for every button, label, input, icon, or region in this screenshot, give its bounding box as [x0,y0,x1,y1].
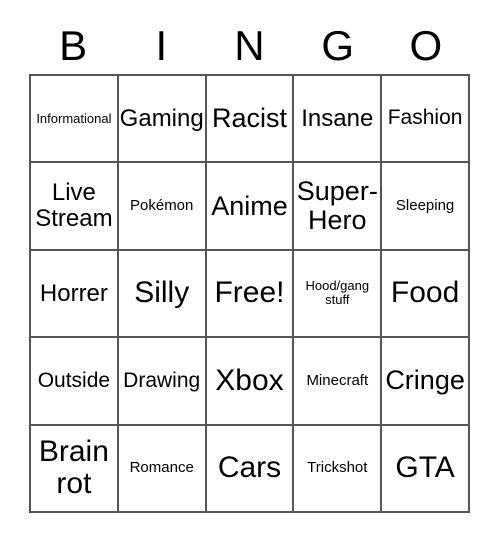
bingo-cell[interactable]: Super- Hero [294,163,383,251]
bingo-cell[interactable]: Live Stream [31,163,119,251]
bingo-cell-label: Live Stream [35,179,113,233]
bingo-cell-label: Fashion [387,106,463,130]
bingo-cell[interactable]: Pokémon [118,163,207,251]
bingo-header-letter-b: B [59,22,88,69]
bingo-cell-label: Brain rot [38,434,109,501]
bingo-cell[interactable]: Drawing [118,338,207,426]
bingo-cell-label: Anime [211,190,288,221]
bingo-header-letter-g: G [321,22,354,69]
bingo-cell-label: Drawing [123,368,201,392]
bingo-cell[interactable]: Food [382,250,470,339]
bingo-cell-label: Cringe [385,365,465,396]
bingo-cell-label: Hood/gang stuff [305,278,370,308]
bingo-cell[interactable]: Hood/gang stuff [294,250,383,339]
bingo-cell-label: Horrer [39,279,108,307]
bingo-cell-label: Silly [134,276,190,310]
bingo-header: B I N G O [29,18,470,74]
bingo-cell[interactable]: Free! [206,250,295,339]
bingo-cell[interactable]: Informational [31,76,119,164]
bingo-cell[interactable]: Silly [118,250,207,339]
bingo-cell[interactable]: GTA [382,425,470,513]
bingo-header-letter-o: O [409,22,443,69]
bingo-cell-label: Free! [214,276,285,310]
bingo-cell[interactable]: Cringe [382,338,470,426]
bingo-cell-label: Racist [211,103,287,134]
bingo-cell[interactable]: Xbox [206,338,295,426]
bingo-cell-label: GTA [395,451,455,485]
bingo-cell[interactable]: Racist [206,76,295,164]
bingo-cell[interactable]: Sleeping [382,163,470,251]
bingo-cell-label: Super- Hero [296,175,378,236]
bingo-cell[interactable]: Anime [206,163,295,251]
bingo-cell[interactable]: Horrer [31,250,119,339]
bingo-header-letter-i: I [155,22,168,69]
bingo-cell[interactable]: Insane [294,76,383,164]
bingo-cell-label: Gaming [119,104,204,132]
bingo-cell[interactable]: Cars [206,425,295,513]
bingo-cell-label: Insane [301,104,374,132]
bingo-cell-label: Trickshot [307,459,368,477]
bingo-cell-label: Sleeping [395,197,455,214]
bingo-cell[interactable]: Romance [118,425,207,513]
bingo-header-letter-n: N [234,22,265,69]
bingo-cell-label: Outside [37,368,111,392]
bingo-cell[interactable]: Brain rot [31,425,119,513]
bingo-cell[interactable]: Fashion [382,76,470,164]
bingo-cell-label: Cars [217,451,282,485]
bingo-cell[interactable]: Gaming [118,76,207,164]
bingo-cell[interactable]: Outside [31,338,119,426]
bingo-grid: Informational Gaming Racist Insane Fashion Li… [29,74,470,513]
bingo-cell-label: Pokémon [130,197,194,214]
bingo-card: B I N G O Informational Gaming Racist Insan… [0,0,500,544]
bingo-cell-label: Minecraft [306,371,369,389]
bingo-cell-label: Xbox [215,363,284,397]
bingo-cell[interactable]: Trickshot [294,425,383,513]
bingo-cell-label: Informational [36,110,112,126]
bingo-cell-label: Food [390,276,460,310]
bingo-cell-label: Romance [129,459,194,477]
bingo-cell[interactable]: Minecraft [294,338,383,426]
